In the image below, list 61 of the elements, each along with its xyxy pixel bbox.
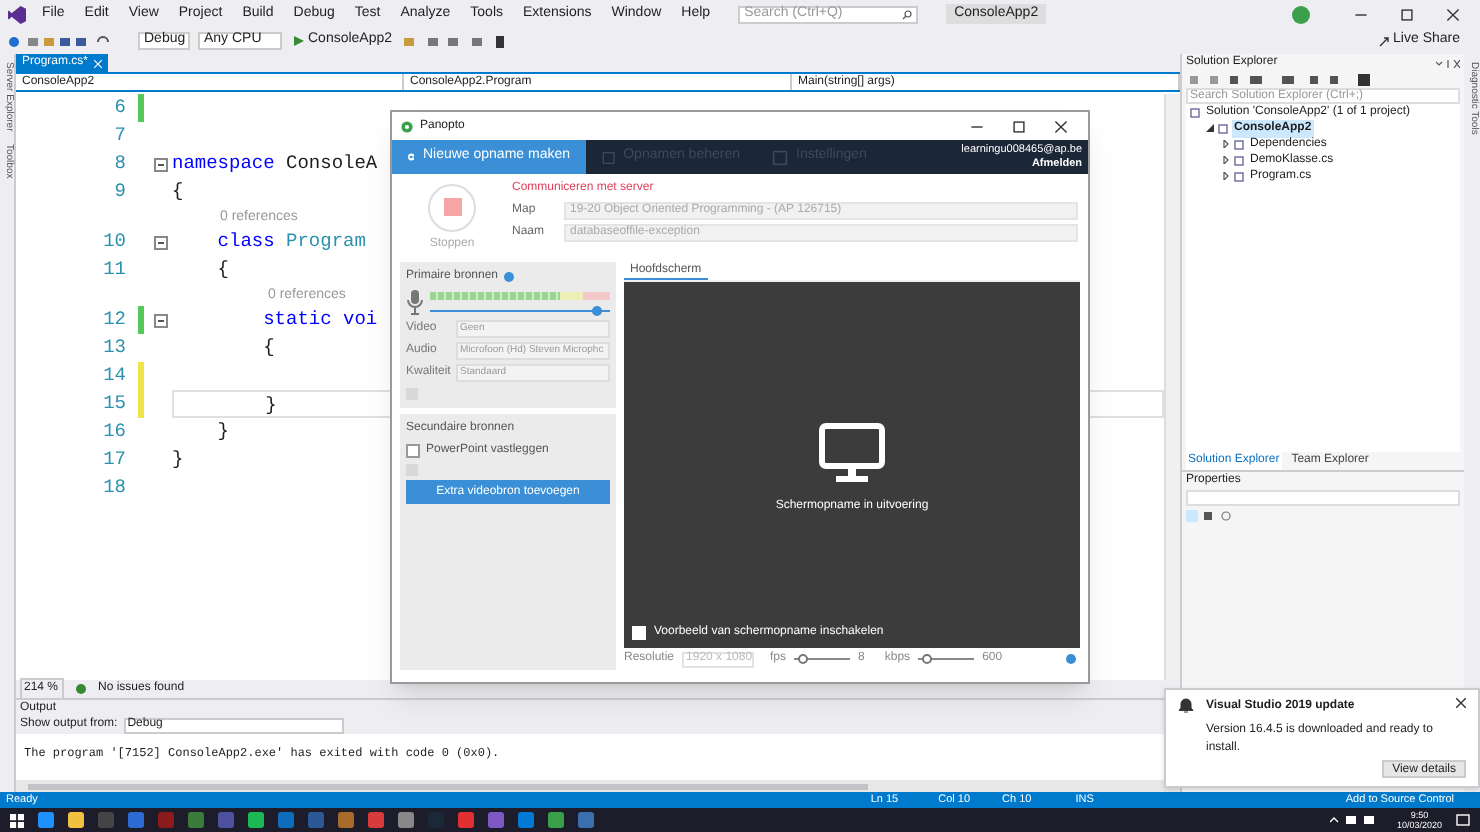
collapsed-arrow-icon[interactable] [1222,156,1230,164]
expanded-arrow-icon[interactable] [1206,124,1214,132]
tab-icon [602,149,616,165]
vs-logo-icon [8,5,26,23]
close-icon[interactable] [1456,698,1466,708]
close-icon[interactable] [1054,119,1068,133]
microphone-icon [406,290,424,316]
checkbox[interactable] [406,444,420,458]
code-line: static voi [261,306,378,334]
stop-icon [443,198,461,216]
volume-slider[interactable] [591,305,602,315]
line-number: 16 [103,418,126,446]
scrollbar-thumb[interactable] [28,783,868,789]
line-number: 18 [103,474,126,502]
search-icon [902,9,913,19]
kbps-slider[interactable] [922,654,933,664]
code-line: { [215,256,230,284]
check-icon [76,684,86,694]
line-number: 7 [114,122,126,150]
notification-icon[interactable] [1456,813,1470,827]
share-icon [1377,35,1390,47]
line-number: 8 [114,150,126,178]
bell-icon [1178,698,1194,714]
collapsed-arrow-icon[interactable] [1222,172,1230,180]
line-number: 10 [103,228,126,256]
code-line: { [261,334,275,362]
account-icon[interactable] [1292,5,1310,23]
undo-icon[interactable] [96,35,110,47]
app-logo-icon [400,119,414,133]
line-number: 6 [114,94,126,122]
code-line: class Program [215,228,366,256]
windows-logo-icon[interactable] [10,813,24,827]
pin-icon[interactable] [1436,59,1460,67]
collapse-icon[interactable] [153,313,167,327]
camera-icon [408,148,415,166]
fps-slider[interactable] [798,654,809,664]
collapsed-arrow-icon[interactable] [1222,140,1230,148]
collapse-icon[interactable] [153,157,167,171]
file-icon [1190,107,1200,117]
monitor-icon [818,422,886,486]
line-number: 11 [103,256,126,284]
line-number: 9 [114,178,126,206]
line-number: 14 [103,362,126,390]
collapse-icon[interactable] [153,235,167,249]
code-line: } [215,418,230,446]
code-line: namespace ConsoleA [172,150,378,178]
line-number: 17 [103,446,126,474]
line-number: 13 [103,334,126,362]
info-icon [1066,654,1076,664]
stop-button[interactable] [428,183,476,231]
code-line: { [172,178,184,206]
close-icon[interactable] [1446,7,1460,21]
help-icon [504,272,515,282]
maximize-icon[interactable] [1400,7,1414,21]
code-line: } [172,446,184,474]
maximize-icon[interactable] [1012,119,1026,133]
line-number: 12 [103,306,126,334]
code-line: } [263,392,277,416]
tab-icon [772,149,788,165]
play-icon [294,36,304,46]
line-number: 15 [103,390,126,418]
